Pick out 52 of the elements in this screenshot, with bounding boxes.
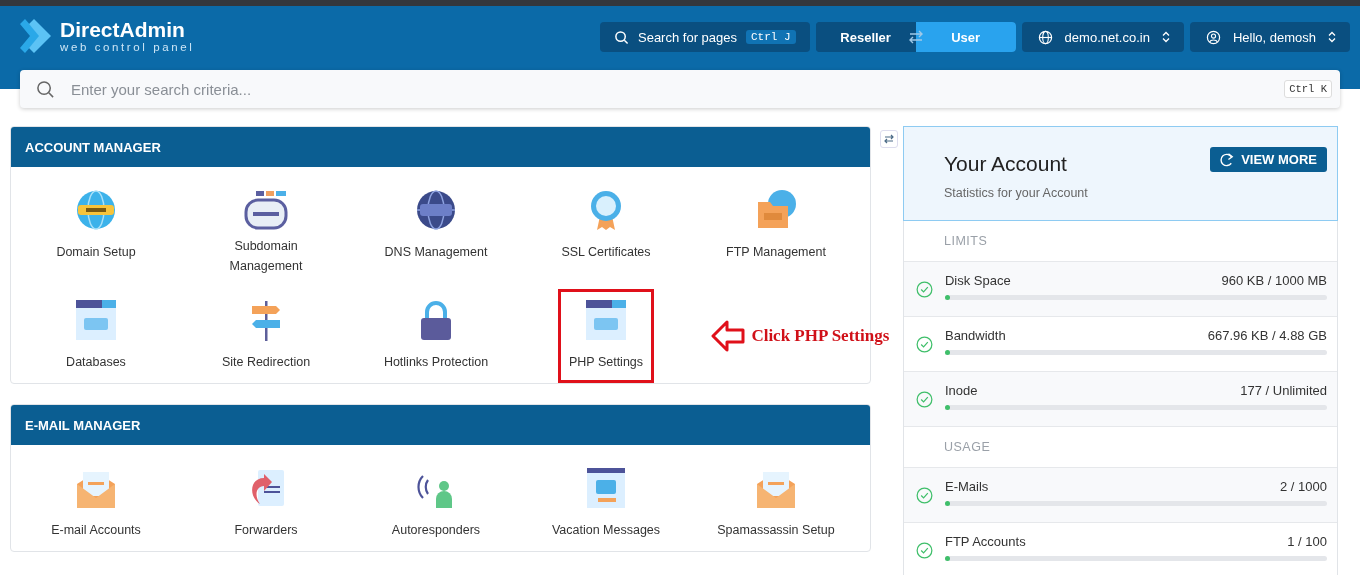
stat-value: 1 / 100 bbox=[1287, 533, 1327, 549]
stat-name: E-Mails bbox=[944, 478, 989, 494]
stat-name: FTP Accounts bbox=[944, 533, 1026, 549]
feature-link[interactable]: Spamassassin Setup bbox=[706, 449, 846, 551]
search-input[interactable]: Enter your search criteria... bbox=[69, 79, 1271, 99]
annotation-text: Click PHP Settings bbox=[751, 326, 890, 346]
feature-link[interactable]: Domain Setup bbox=[45, 171, 147, 281]
stat-value: 667.96 KB / 4.88 GB bbox=[1207, 327, 1327, 343]
brand-name: DirectAdmin bbox=[60, 18, 186, 41]
updown-caret-icon bbox=[1328, 31, 1336, 43]
feature-link[interactable]: Forwarders bbox=[223, 449, 309, 551]
feature-link[interactable]: Vacation Messages bbox=[540, 449, 672, 551]
feature-link[interactable]: Site Redirection bbox=[210, 281, 322, 383]
group-heading: LIMITS bbox=[943, 234, 988, 248]
redo-arrow-icon bbox=[1220, 152, 1236, 167]
feature-link[interactable]: DNS Management bbox=[373, 171, 499, 281]
account-subtitle: Statistics for your Account bbox=[943, 186, 1088, 200]
shortcut-hint: Ctrl K bbox=[1284, 80, 1332, 98]
stat-value: 177 / Unlimited bbox=[1240, 382, 1327, 398]
stat-name: Bandwidth bbox=[944, 327, 1006, 343]
feature-link[interactable]: Autoresponders bbox=[380, 449, 492, 551]
group-heading: USAGE bbox=[943, 440, 991, 454]
feature-link[interactable]: E-mail Accounts bbox=[40, 449, 152, 551]
logo-chevron-icon bbox=[18, 17, 54, 55]
globe-icon bbox=[1037, 29, 1053, 45]
search-pages-button[interactable]: Search for pages Ctrl J bbox=[600, 22, 810, 52]
user-menu[interactable]: Hello, demosh bbox=[1189, 22, 1350, 52]
stat-value: 2 / 1000 bbox=[1280, 478, 1327, 494]
left-arrow-icon bbox=[711, 319, 746, 353]
search-icon bbox=[614, 29, 629, 45]
section-title: E-MAIL MANAGER bbox=[11, 405, 871, 445]
search-icon bbox=[36, 79, 55, 99]
feature-link[interactable]: Hotlinks Protection bbox=[372, 281, 500, 383]
swap-icon[interactable] bbox=[880, 130, 899, 148]
feature-link[interactable]: Subdomain Management bbox=[190, 171, 342, 281]
stat-value: 960 KB / 1000 MB bbox=[1221, 272, 1327, 288]
user-circle-icon bbox=[1205, 29, 1221, 45]
feature-link[interactable]: PHP Settings bbox=[557, 289, 655, 383]
swap-icon bbox=[907, 30, 924, 44]
updown-caret-icon bbox=[1161, 31, 1170, 43]
view-more-button[interactable]: VIEW MORE bbox=[1210, 147, 1327, 172]
search-field[interactable]: Enter your search criteria... Ctrl K bbox=[20, 70, 1340, 108]
stat-name: Inode bbox=[944, 382, 978, 398]
feature-link[interactable]: FTP Management bbox=[715, 171, 837, 281]
globe-icon bbox=[74, 188, 118, 232]
domain-select[interactable]: demo.net.co.in bbox=[1021, 22, 1184, 52]
stat-name: Disk Space bbox=[944, 272, 1011, 288]
feature-link[interactable]: Databases bbox=[55, 281, 137, 383]
brand-tagline: web control panel bbox=[60, 40, 195, 54]
feature-link[interactable]: SSL Certificates bbox=[550, 171, 662, 281]
account-title: Your Account bbox=[943, 152, 1068, 176]
section-title: ACCOUNT MANAGER bbox=[11, 127, 871, 167]
